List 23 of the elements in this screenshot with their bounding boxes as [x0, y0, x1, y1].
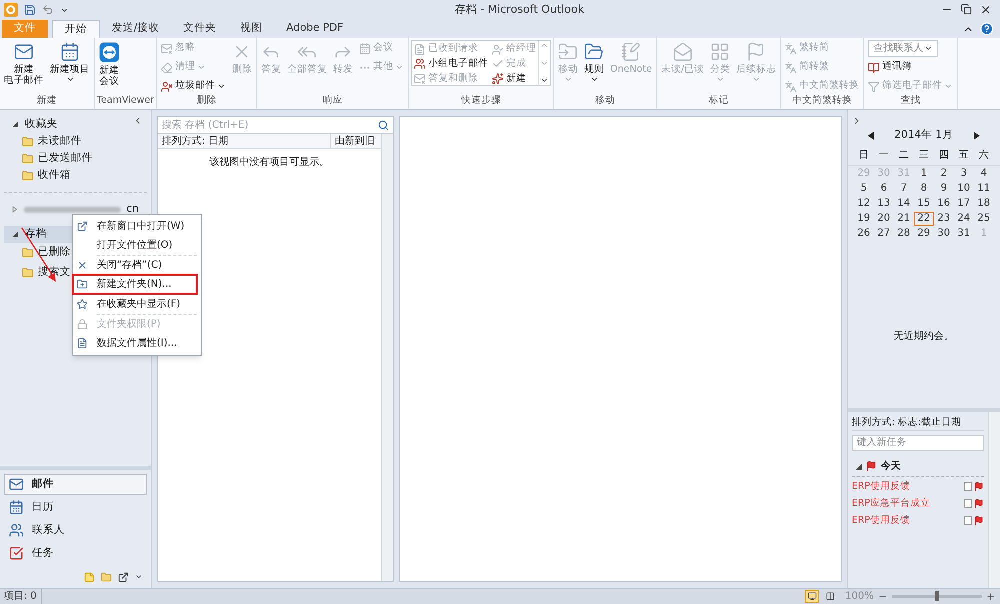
weekday-label: 三	[918, 148, 930, 163]
weekday-label: 五	[958, 148, 970, 163]
group-label: 删除	[196, 94, 218, 108]
empty-message: 该视图中没有项目可显示。	[208, 156, 330, 170]
appointments-message: 无近期约会。	[893, 330, 955, 344]
weekday-label: 一	[878, 148, 890, 163]
weekday-label: 二	[898, 148, 910, 163]
weekday-label: 日	[858, 148, 870, 163]
window-title: 存档 - Microsoft Outlook	[455, 2, 584, 18]
group-label: TeamViewer	[97, 94, 154, 108]
group-label: 快速步骤	[460, 94, 502, 108]
month-label: 2014年 1月	[894, 128, 954, 143]
group-label: 移动	[594, 94, 616, 108]
weekday-label: 六	[978, 148, 990, 163]
weekday-label: 四	[938, 148, 950, 163]
item-count: 项目: 0	[0, 589, 42, 604]
zoom-reading: 100%	[845, 590, 874, 604]
group-label: 响应	[322, 94, 344, 108]
group-label: 中文简繁转换	[791, 94, 854, 108]
group-label: 今天	[881, 460, 901, 474]
group-label: 查找	[900, 94, 922, 108]
group-label: 标记	[708, 94, 730, 108]
group-label: 新建	[36, 94, 58, 108]
